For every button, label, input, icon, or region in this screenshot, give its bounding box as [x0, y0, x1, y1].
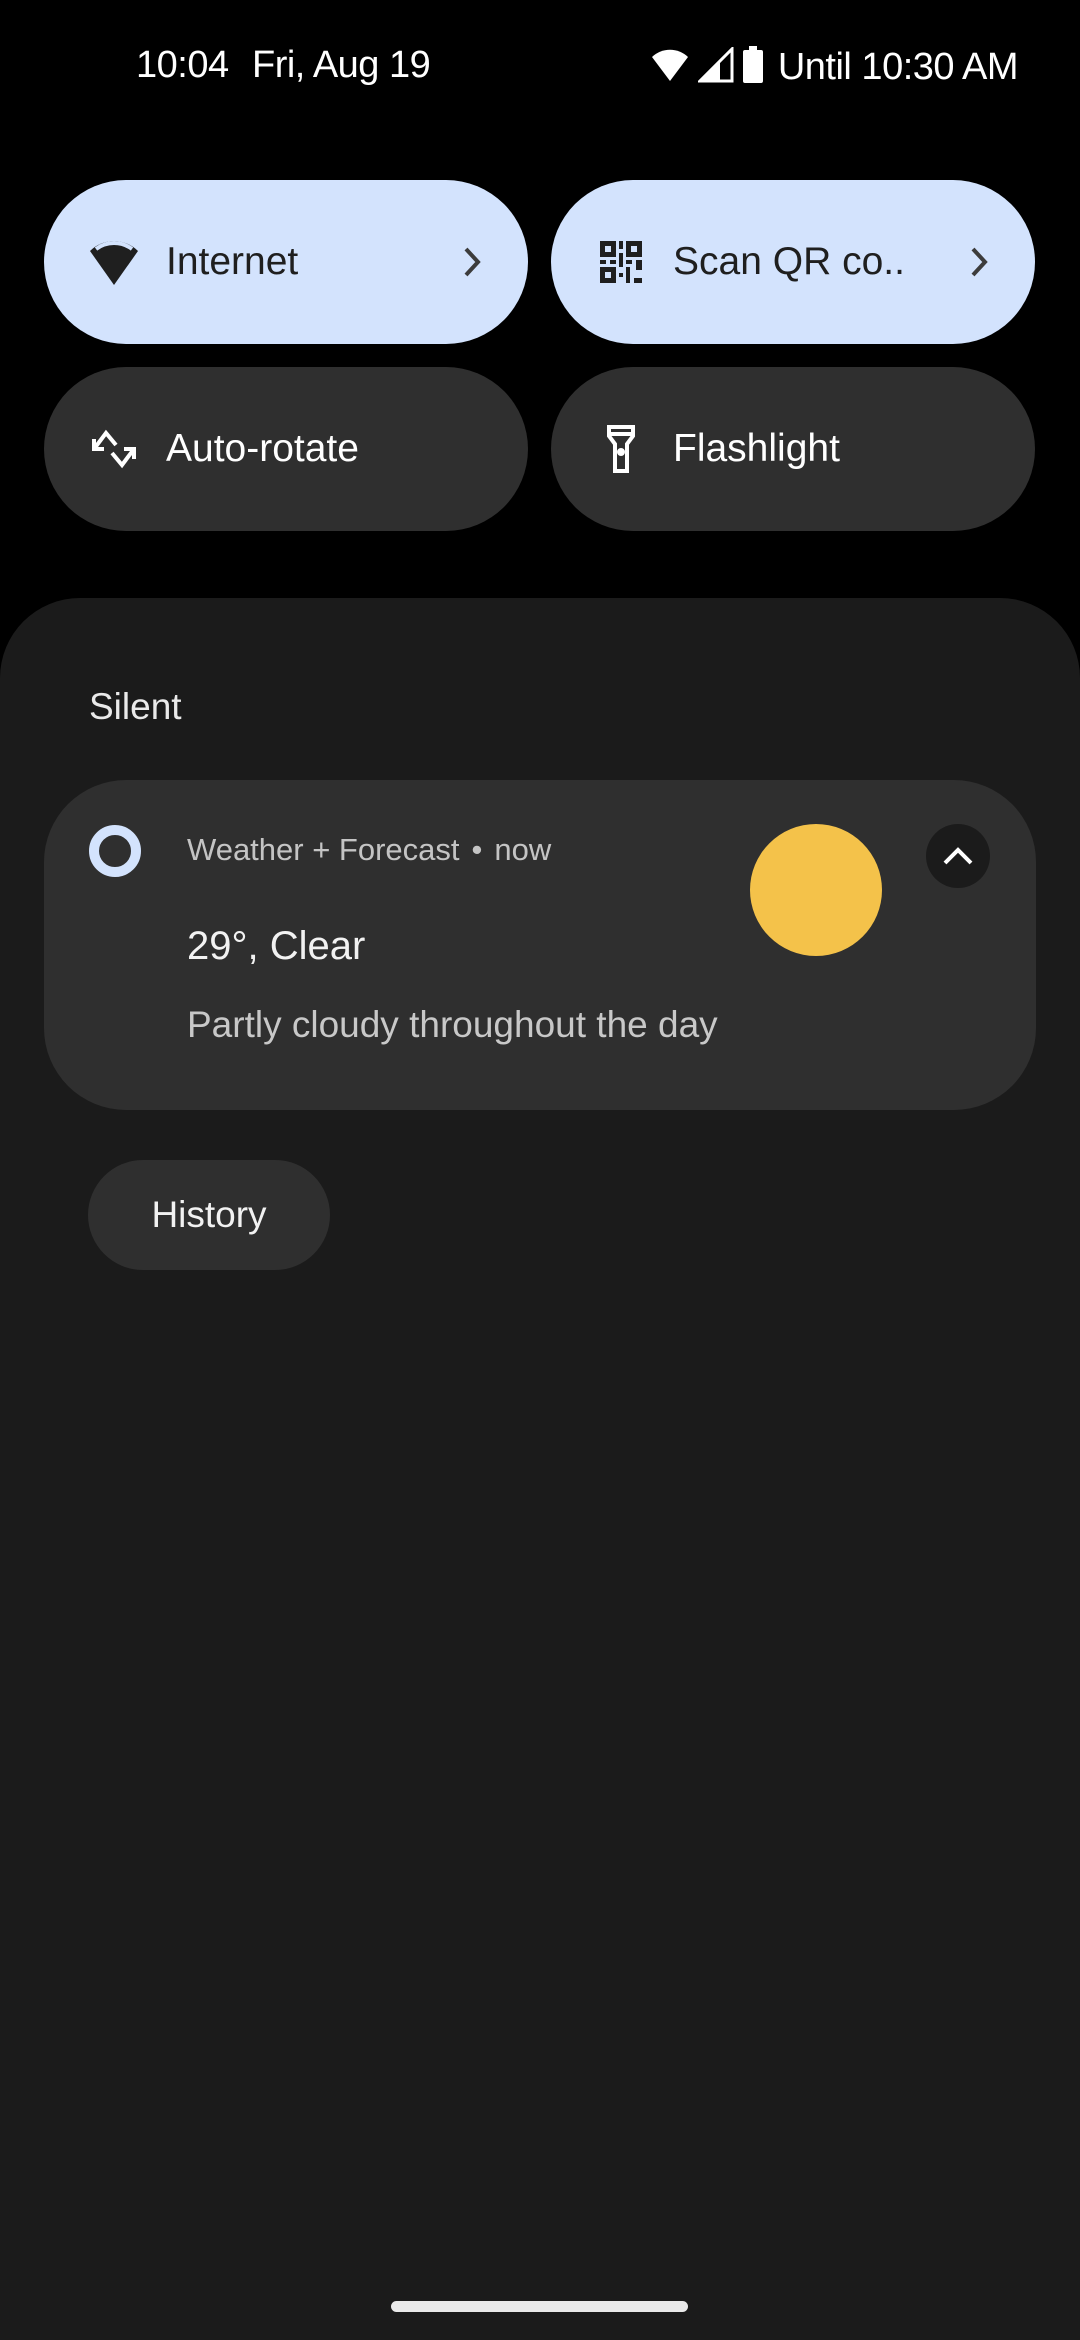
notification-title: 29°, Clear [187, 924, 366, 968]
tile-auto-rotate[interactable]: Auto-rotate [44, 367, 528, 531]
collapse-button[interactable] [926, 824, 990, 888]
chevron-up-icon [943, 847, 973, 865]
history-button[interactable]: History [88, 1160, 330, 1270]
tile-label: Scan QR co.. [673, 240, 905, 283]
auto-rotate-icon [84, 419, 144, 479]
tile-scan-qr[interactable]: Scan QR co.. [551, 180, 1035, 344]
wifi-icon [84, 232, 144, 292]
section-title-silent: Silent [89, 686, 182, 727]
cell-signal-icon [696, 44, 734, 88]
separator: • [471, 832, 483, 867]
tile-label: Auto-rotate [166, 427, 359, 470]
status-icons: Until 10:30 AM [650, 44, 1019, 90]
notification-time: now [494, 832, 552, 867]
battery-status: Until 10:30 AM [777, 45, 1019, 88]
tile-internet[interactable]: Internet [44, 180, 528, 344]
notification-header: Weather + Forecast • now [187, 832, 551, 868]
status-date: Fri, Aug 19 [252, 44, 431, 86]
tile-label: Flashlight [673, 427, 840, 470]
qr-code-icon [591, 232, 651, 292]
sun-icon [750, 824, 882, 956]
tile-label: Internet [166, 240, 299, 283]
wifi-icon [650, 47, 690, 88]
status-bar: 10:04 Fri, Aug 19 Until 10:30 AM [0, 0, 1080, 140]
status-time: 10:04 [136, 44, 229, 86]
tile-flashlight[interactable]: Flashlight [551, 367, 1035, 531]
notification-body: Partly cloudy throughout the day [187, 1004, 718, 1045]
battery-icon [742, 45, 764, 89]
app-icon [89, 825, 141, 877]
chevron-right-icon [959, 242, 999, 282]
gesture-nav-handle[interactable] [391, 2301, 688, 2312]
notification-card[interactable]: Weather + Forecast • now 29°, Clear Partly… [44, 780, 1036, 1110]
flashlight-icon [591, 419, 651, 479]
chevron-right-icon [452, 242, 492, 282]
app-name: Weather + Forecast [187, 832, 460, 867]
